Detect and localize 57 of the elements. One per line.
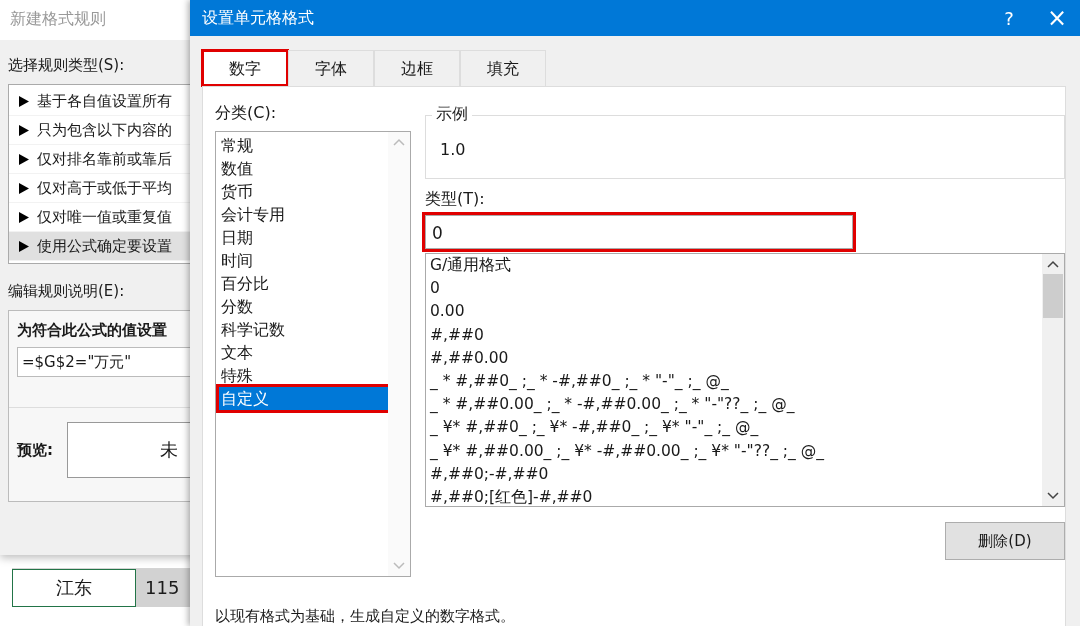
category-item[interactable]: 日期 — [219, 226, 388, 249]
help-button[interactable]: ? — [984, 7, 1034, 29]
tab[interactable]: 填充 — [460, 50, 546, 86]
chevron-up-icon[interactable] — [1047, 260, 1059, 268]
preview-label: 预览: — [17, 440, 53, 460]
format-item[interactable]: _ * #,##0.00_ ;_ * -#,##0.00_ ;_ * "-"??_ ;_ @_ — [430, 393, 1042, 417]
tab[interactable]: 边框 — [374, 50, 460, 86]
category-item[interactable]: 分数 — [219, 295, 388, 318]
preview-text: 未 — [160, 438, 178, 462]
category-item[interactable]: 文本 — [219, 341, 388, 364]
category-item[interactable]: 数值 — [219, 157, 388, 180]
sample-value: 1.0 — [439, 139, 467, 159]
category-item[interactable]: 时间 — [219, 249, 388, 272]
type-field[interactable]: 0 — [425, 215, 853, 249]
category-item[interactable]: 特殊 — [219, 364, 388, 387]
triangle-icon — [19, 95, 29, 107]
triangle-icon — [19, 211, 29, 223]
format-item[interactable]: #,##0;[红色]-#,##0 — [430, 485, 1042, 510]
formula-field[interactable]: =$G$2="万元" — [17, 347, 190, 377]
table-cell[interactable]: 江东 — [12, 569, 136, 607]
format-item[interactable]: 0.00 — [430, 300, 1042, 324]
category-item[interactable]: 常规 — [219, 134, 388, 157]
scrollbar[interactable] — [1042, 254, 1064, 506]
format-item[interactable]: #,##0;-#,##0 — [430, 462, 1042, 486]
triangle-icon — [19, 240, 29, 252]
format-item[interactable]: #,##0.00 — [430, 346, 1042, 370]
tab[interactable]: 数字 — [202, 50, 288, 86]
window-title: 设置单元格格式 — [202, 7, 315, 29]
rule-type-item[interactable]: 使用公式确定要设置 — [9, 232, 190, 261]
format-item[interactable]: _ * #,##0_ ;_ * -#,##0_ ;_ * "-"_ ;_ @_ — [430, 369, 1042, 394]
triangle-icon — [19, 124, 29, 136]
field-label: 分类(C): — [215, 103, 278, 124]
category-item[interactable]: 货币 — [219, 180, 388, 203]
triangle-icon — [19, 153, 29, 165]
format-item[interactable]: G/通用格式 — [430, 254, 1042, 278]
tab[interactable]: 字体 — [288, 50, 374, 86]
format-item[interactable]: _ ¥* #,##0_ ;_ ¥* -#,##0_ ;_ ¥* "-"_ ;_ @_ — [430, 416, 1042, 440]
delete-button[interactable]: 删除(D) — [945, 522, 1065, 560]
hint-text: 以现有格式为基础，生成自定义的数字格式。 — [215, 607, 516, 626]
field-label: 编辑规则说明(E): — [8, 282, 126, 302]
dialog-title: 新建格式规则 — [0, 0, 190, 40]
category-item[interactable]: 自定义 — [219, 387, 388, 410]
category-item[interactable]: 百分比 — [219, 272, 388, 295]
field-label: 类型(T): — [425, 189, 486, 210]
scroll-thumb[interactable] — [1043, 274, 1063, 318]
format-item[interactable]: _ ¥* #,##0.00_ ;_ ¥* -#,##0.00_ ;_ ¥* "-"??_ ;_ @_ — [430, 439, 1042, 463]
group-label: 示例 — [432, 104, 472, 125]
triangle-icon — [19, 182, 29, 194]
panel-heading: 为符合此公式的值设置 — [17, 321, 168, 341]
table-cell[interactable]: 115 — [136, 569, 190, 607]
format-item[interactable]: #,##0 — [430, 323, 1042, 347]
category-item[interactable]: 会计专用 — [219, 203, 388, 226]
category-item[interactable]: 科学记数 — [219, 318, 388, 341]
field-label: 选择规则类型(S): — [8, 56, 126, 76]
close-button[interactable]: × — [1034, 4, 1080, 32]
format-item[interactable]: 0 — [430, 277, 1042, 301]
chevron-down-icon[interactable] — [1047, 492, 1059, 500]
